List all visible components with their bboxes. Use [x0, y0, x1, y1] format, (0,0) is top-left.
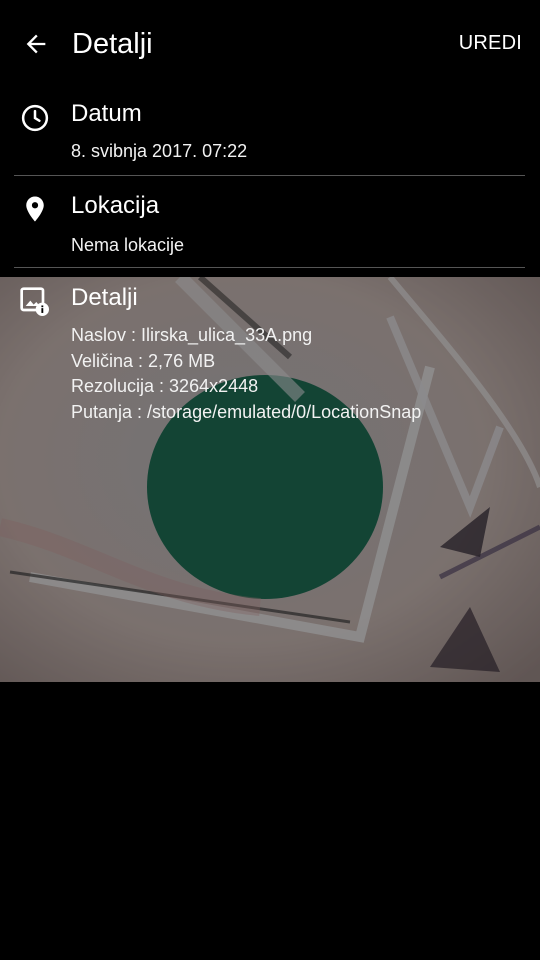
location-section: Lokacija Nema lokacije	[0, 176, 540, 268]
clock-icon	[18, 101, 52, 135]
image-info-icon	[18, 285, 52, 319]
details-resolution-line: Rezolucija : 3264x2448	[71, 376, 259, 396]
details-path-line: Putanja : /storage/emulated/0/LocationSn…	[71, 402, 422, 422]
details-size-line: Veličina : 2,76 MB	[71, 351, 216, 371]
page-title: Detalji	[72, 28, 153, 60]
date-section: Datum 8. svibnja 2017. 07:22	[0, 88, 540, 176]
details-section: Detalji Naslov : Ilirska_ulica_33A.png V…	[0, 277, 540, 437]
arrow-back-icon	[26, 34, 46, 54]
date-value: 8. svibnja 2017. 07:22	[71, 141, 248, 161]
date-title: Datum	[71, 100, 142, 127]
details-title-line: Naslov : Ilirska_ulica_33A.png	[71, 325, 313, 345]
details-title: Detalji	[71, 284, 138, 311]
location-pin-icon	[18, 192, 52, 226]
location-title: Lokacija	[71, 192, 160, 219]
divider	[14, 267, 525, 268]
location-value: Nema lokacije	[71, 235, 185, 255]
back-button[interactable]	[14, 22, 58, 66]
app-bar: Detalji UREDI	[0, 0, 540, 88]
edit-button[interactable]: UREDI	[459, 28, 522, 58]
